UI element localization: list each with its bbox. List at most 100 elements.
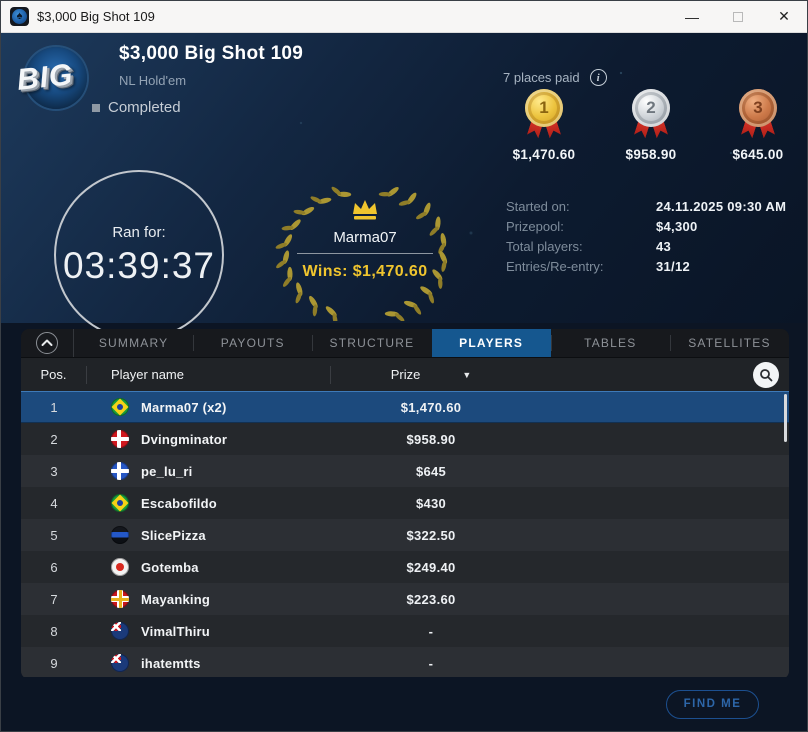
player-position: 5 [50,527,58,543]
player-row-8[interactable]: 8 VimalThiru - [21,615,789,647]
find-me-button[interactable]: FIND ME [666,689,759,719]
player-position: 9 [50,655,58,671]
player-name: ihatemtts [141,655,201,671]
game-type: NL Hold'em [119,73,187,88]
stat-label: Total players: [506,238,583,254]
medal-amount: $1,470.60 [512,147,576,162]
stat-row: Prizepool: $4,300 [506,216,796,236]
stat-row: Started on: 24.11.2025 09:30 AM [506,196,796,216]
maximize-button[interactable] [715,1,761,32]
status-bullet-icon [92,103,100,112]
player-prize: $430 [415,495,447,511]
player-prize: - [428,623,434,639]
tournament-header: BIG $3,000 Big Shot 109 NL Hold'em Compl… [1,33,807,340]
player-position: 6 [50,559,58,575]
winner-laurel: Marma07 Wins: $1,470.60 [269,181,461,321]
stat-row: Entries/Re-entry: 31/12 [506,256,796,276]
player-prize: $249.40 [406,559,456,575]
stat-label: Entries/Re-entry: [506,258,604,274]
player-prize: $1,470.60 [400,399,462,415]
medal-gold-icon: 1 [522,89,566,145]
search-icon [760,368,773,381]
minimize-button[interactable]: — [669,1,715,32]
medal-silver-icon: 2 [629,89,673,145]
tab-satellites[interactable]: SATELLITES [669,329,789,357]
tab-payouts[interactable]: PAYOUTS [193,329,312,357]
tournament-stats: Started on: 24.11.2025 09:30 AM Prizepool:… [506,196,796,276]
player-row-7[interactable]: 7 Mayanking $223.60 [21,583,789,615]
player-row-2[interactable]: 2 Dvingminator $958.90 [21,423,789,455]
finland-flag-icon [111,462,129,480]
winner-name: Marma07 [333,229,397,246]
stat-label: Prizepool: [506,218,564,234]
tab-structure[interactable]: STRUCTURE [312,329,431,357]
tournament-status: Completed [92,99,181,116]
big-series-logo: BIG [15,43,93,115]
stat-value: 31/12 [656,258,691,274]
player-row-3[interactable]: 3 pe_lu_ri $645 [21,455,789,487]
player-name: Dvingminator [141,431,228,447]
player-name: Gotemba [141,559,199,575]
australia-flag-icon [111,654,129,672]
stat-row: Total players: 43 [506,236,796,256]
player-row-4[interactable]: 4 Escabofildo $430 [21,487,789,519]
app-spade-icon: ♠ [10,7,29,26]
tab-tables[interactable]: TABLES [550,329,670,357]
player-name: Escabofildo [141,495,217,511]
winner-amount: Wins: $1,470.60 [302,263,428,280]
duration-value: 03:39:37 [62,244,216,286]
player-position: 1 [50,399,58,415]
stat-value: 24.11.2025 09:30 AM [656,198,787,214]
player-prize: $322.50 [406,527,456,543]
table-header: Pos. Player name Prize ▼ [21,357,789,391]
prize-sort-caret-icon[interactable]: ▼ [462,370,471,380]
search-button[interactable] [753,361,779,388]
crown-icon [353,200,377,220]
guernsey-flag-icon [111,590,129,608]
player-position: 3 [50,463,58,479]
medal-amount: $958.90 [625,147,677,162]
player-name: Mayanking [141,591,210,607]
tab-bar: SUMMARY PAYOUTS STRUCTURE PLAYERS TABLES SATE… [21,329,789,357]
player-name: SlicePizza [141,527,206,543]
player-prize: $223.60 [406,591,456,607]
tournament-lobby-window: ♠ $3,000 Big Shot 109 — ✕ BIG $3,000 Big… [0,0,808,732]
brazil-flag-icon [111,494,129,512]
collapse-panel-button[interactable] [36,332,58,354]
medal-bronze-icon: 3 [736,89,780,145]
japan-flag-icon [111,558,129,576]
player-row-9[interactable]: 9 ihatemtts - [21,647,789,679]
australia-flag-icon [111,622,129,640]
player-position: 2 [50,431,58,447]
close-button[interactable]: ✕ [761,1,807,32]
player-prize: $645 [415,463,447,479]
tournament-title: $3,000 Big Shot 109 [119,43,304,64]
player-name: VimalThiru [141,623,210,639]
player-row-5[interactable]: 5 SlicePizza $322.50 [21,519,789,551]
medal-place-3: 3 $645.00 [720,89,796,162]
tab-players[interactable]: PLAYERS [431,329,551,357]
player-position: 4 [50,495,58,511]
places-paid: 7 places paid i [503,69,607,86]
medal-amount: $645.00 [732,147,784,162]
info-icon[interactable]: i [589,69,607,86]
medal-place-2: 2 $958.90 [613,89,689,162]
stat-label: Started on: [506,198,570,214]
column-prize[interactable]: Prize ▼ [331,367,531,382]
player-name: Marma07 (x2) [141,399,227,415]
player-position: 8 [50,623,58,639]
footer-bar: FIND ME [1,677,807,731]
top-prizes: 1 $1,470.60 2 $958.90 3 $645.00 [506,89,796,162]
ran-for-timer: Ran for: 03:39:37 [54,170,224,340]
tab-summary[interactable]: SUMMARY [74,329,193,357]
column-player-name[interactable]: Player name [87,365,331,384]
denmark-flag-icon [111,430,129,448]
column-pos[interactable]: Pos. [21,365,87,384]
player-prize: - [428,655,434,671]
player-row-1[interactable]: 1 Marma07 (x2) $1,470.60 [21,391,789,423]
player-row-6[interactable]: 6 Gotemba $249.40 [21,551,789,583]
scrollbar-thumb[interactable] [784,394,787,442]
stat-value: $4,300 [656,218,698,234]
stat-value: 43 [656,238,672,254]
window-title: $3,000 Big Shot 109 [37,9,155,24]
